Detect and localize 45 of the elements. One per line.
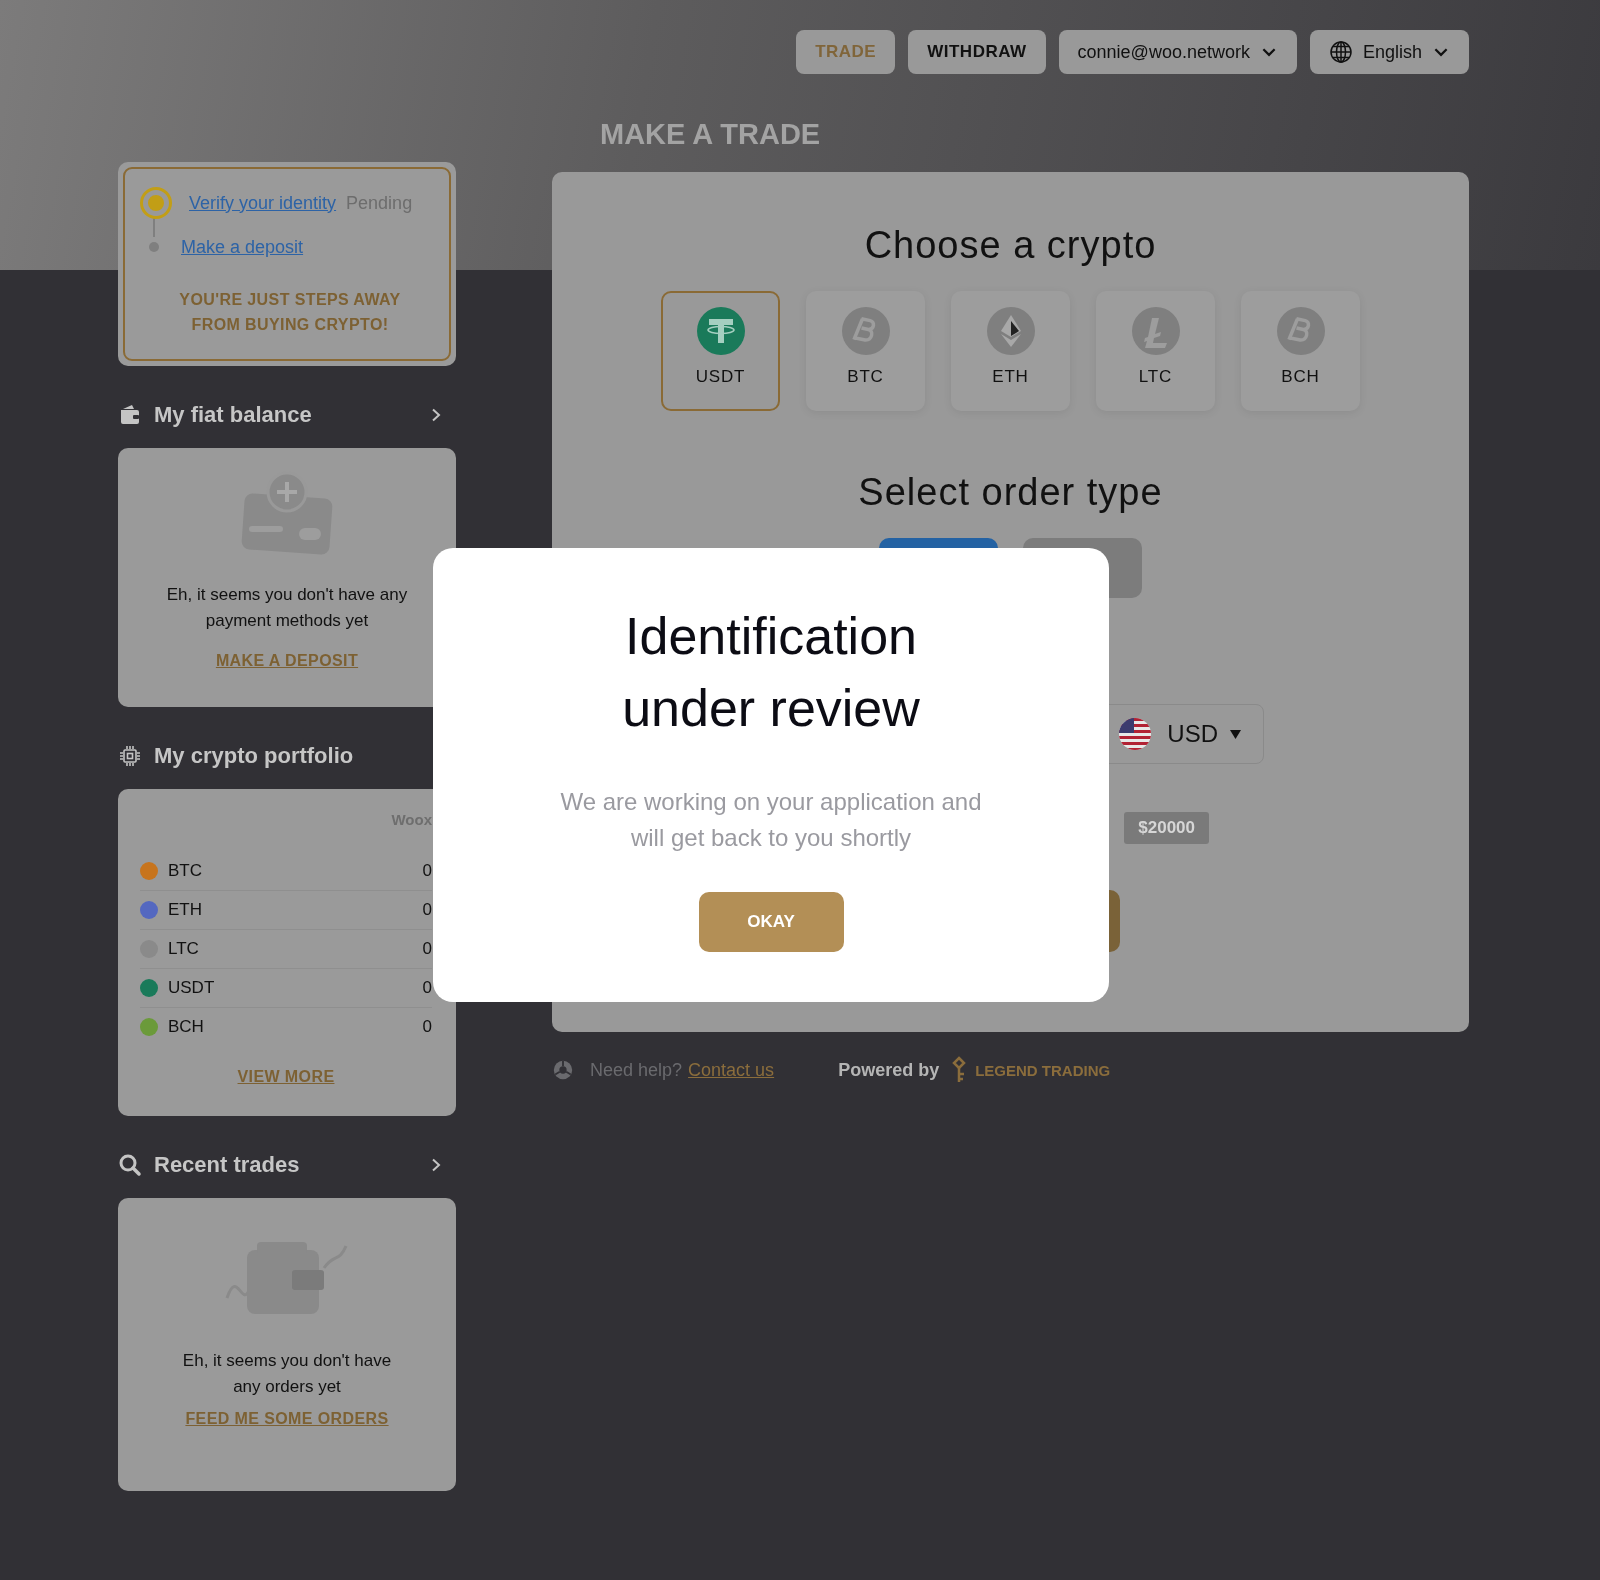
crypto-option[interactable]: LTC [1096, 291, 1215, 411]
coin-amount: 0 [422, 939, 432, 959]
globe-icon [1328, 40, 1353, 64]
section-heading: Choose a crypto [864, 224, 1157, 267]
coin-symbol: LTC [168, 939, 200, 959]
search-icon [118, 1153, 142, 1177]
coin-symbol: USDT [168, 978, 216, 998]
section-heading: Select order type [858, 471, 1163, 514]
wallet-icon [118, 403, 142, 427]
dialog-message: We are working on your application and will get back to you shortly [559, 787, 983, 853]
flag-icon [1119, 718, 1152, 750]
brand-name: LEGEND TRADING [975, 1061, 1111, 1079]
section-title: My fiat balance [154, 402, 313, 428]
language-dropdown[interactable]: English [1309, 30, 1469, 74]
crypto-option[interactable]: ETH [951, 291, 1070, 411]
onboarding-message: YOU'RE JUST STEPS AWAY FROM BUYING CRYPTO! [178, 290, 402, 335]
section-title: My crypto portfolio [154, 743, 355, 769]
empty-message: Eh, it seems you don't have any orders yet [182, 1350, 392, 1398]
crypto-option[interactable]: BCH [1241, 291, 1360, 411]
page-title: MAKE A TRADE [600, 117, 822, 152]
coin-icon [1131, 307, 1180, 355]
powered-by-text: Powered by [838, 1059, 940, 1081]
crypto-option[interactable]: BTC [806, 291, 925, 411]
coin-amount: 0 [422, 861, 432, 881]
coin-amount: 0 [422, 1017, 432, 1037]
coin-icon [1276, 307, 1325, 355]
chip-icon [118, 744, 142, 768]
empty-message: Eh, it seems you don't have any payment methods yet [165, 584, 409, 632]
coin-symbol: ETH [168, 900, 203, 920]
coin-icon [841, 307, 890, 355]
coin-amount: 0 [422, 978, 432, 998]
coin-icon [986, 307, 1035, 355]
coin-amount: 0 [422, 900, 432, 920]
coin-symbol: BCH [168, 1017, 205, 1037]
section-title: Recent trades [154, 1152, 301, 1178]
help-text: Need help? [590, 1059, 683, 1081]
caret-icon [1230, 729, 1241, 739]
support-icon [552, 1059, 574, 1081]
crypto-option[interactable]: USDT [661, 291, 780, 411]
nav-tab[interactable]: WITHDRAW [908, 30, 1046, 74]
coin-symbol: BTC [168, 861, 203, 881]
key-icon [951, 1056, 968, 1084]
account-dropdown[interactable]: connie@woo.network [1058, 30, 1297, 74]
dialog-title: Identification under review [621, 606, 921, 739]
coin-icon [696, 307, 745, 355]
